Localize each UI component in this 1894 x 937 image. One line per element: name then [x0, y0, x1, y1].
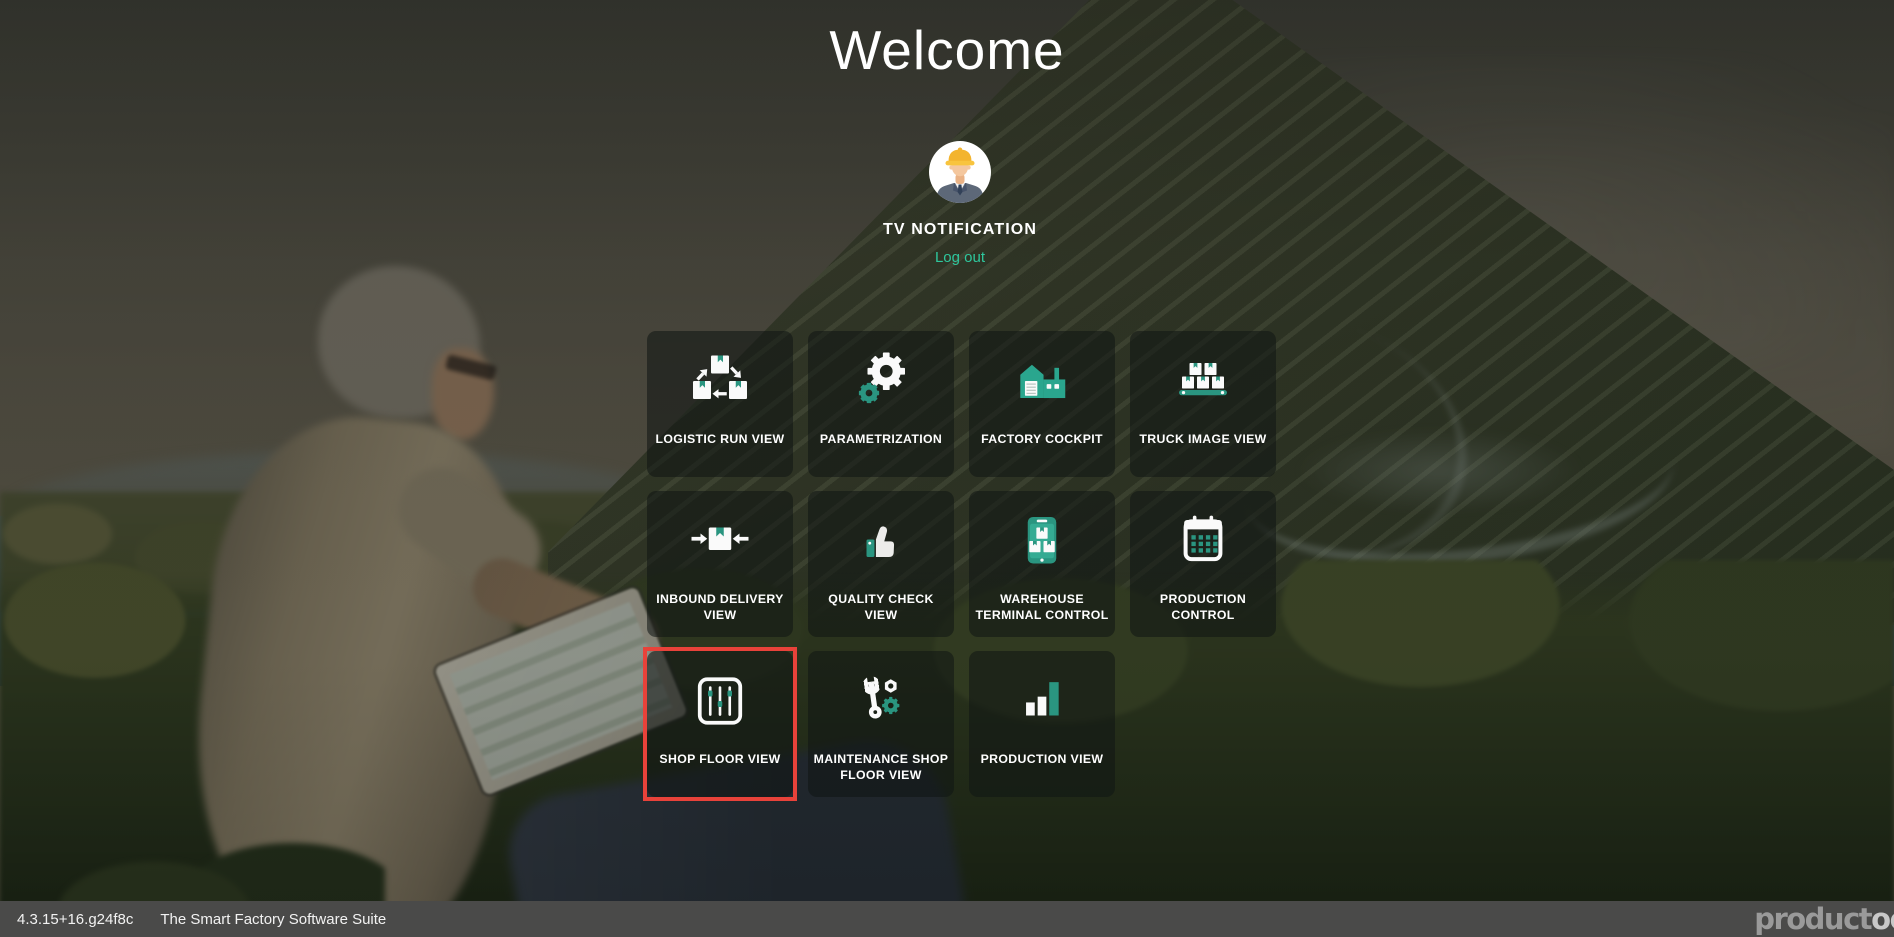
thumbs-up-icon: [808, 509, 954, 573]
tile-label: QUALITY CHECK VIEW: [813, 592, 949, 623]
tile-production-view[interactable]: PRODUCTION VIEW: [969, 651, 1115, 797]
tile-label: MAINTENANCE SHOP FLOOR VIEW: [813, 752, 949, 783]
page-title: Welcome: [0, 18, 1894, 82]
tile-factory-cockpit[interactable]: FACTORY COCKPIT: [969, 331, 1115, 477]
wrench-gear-icon: [808, 669, 954, 733]
tile-logistic-run-view[interactable]: LOGISTIC RUN VIEW: [647, 331, 793, 477]
bar-chart-icon: [969, 669, 1115, 733]
calendar-icon: [1130, 509, 1276, 573]
factory-icon: [969, 349, 1115, 413]
logo-text-suffix: oo: [1871, 902, 1894, 936]
tile-shop-floor-view[interactable]: SHOP FLOOR VIEW: [647, 651, 793, 797]
sliders-panel-icon: [647, 669, 793, 733]
tile-label: TRUCK IMAGE VIEW: [1135, 432, 1271, 448]
version-label: 4.3.15+16.g24f8c: [17, 911, 133, 928]
logout-link[interactable]: Log out: [935, 249, 985, 266]
tile-quality-check-view[interactable]: QUALITY CHECK VIEW: [808, 491, 954, 637]
worker-avatar-icon: [929, 141, 991, 203]
tile-truck-image-view[interactable]: TRUCK IMAGE VIEW: [1130, 331, 1276, 477]
tile-maintenance-shop-floor-view[interactable]: MAINTENANCE SHOP FLOOR VIEW: [808, 651, 954, 797]
boxes-cycle-icon: [647, 349, 793, 413]
footer-bar: 4.3.15+16.g24f8c The Smart Factory Softw…: [0, 901, 1894, 937]
user-name: TV NOTIFICATION: [13, 221, 1894, 239]
logo-text-main: product: [1754, 902, 1871, 936]
tile-label: FACTORY COCKPIT: [974, 432, 1110, 448]
tablet-boxes-icon: [969, 509, 1115, 573]
app-tile-grid: LOGISTIC RUN VIEW: [647, 331, 1276, 797]
conveyor-boxes-icon: [1130, 349, 1276, 413]
tile-parametrization[interactable]: PARAMETRIZATION: [808, 331, 954, 477]
tile-label: WAREHOUSE TERMINAL CONTROL: [974, 592, 1110, 623]
tile-label: LOGISTIC RUN VIEW: [652, 432, 788, 448]
tile-label: INBOUND DELIVERY VIEW: [652, 592, 788, 623]
tile-label: PRODUCTION CONTROL: [1135, 592, 1271, 623]
welcome-screen: Welcome: [0, 0, 1894, 937]
gears-icon: [808, 349, 954, 413]
tile-inbound-delivery-view[interactable]: INBOUND DELIVERY VIEW: [647, 491, 793, 637]
tile-label: SHOP FLOOR VIEW: [652, 752, 788, 768]
box-inbound-arrows-icon: [647, 509, 793, 573]
user-block: TV NOTIFICATION Log out: [13, 141, 1894, 267]
tile-warehouse-terminal-control[interactable]: WAREHOUSE TERMINAL CONTROL: [969, 491, 1115, 637]
tile-production-control[interactable]: PRODUCTION CONTROL: [1130, 491, 1276, 637]
productoo-logo: productoo: [1754, 901, 1894, 937]
tile-label: PRODUCTION VIEW: [974, 752, 1110, 768]
product-name-label: The Smart Factory Software Suite: [160, 911, 386, 928]
tile-label: PARAMETRIZATION: [813, 432, 949, 448]
